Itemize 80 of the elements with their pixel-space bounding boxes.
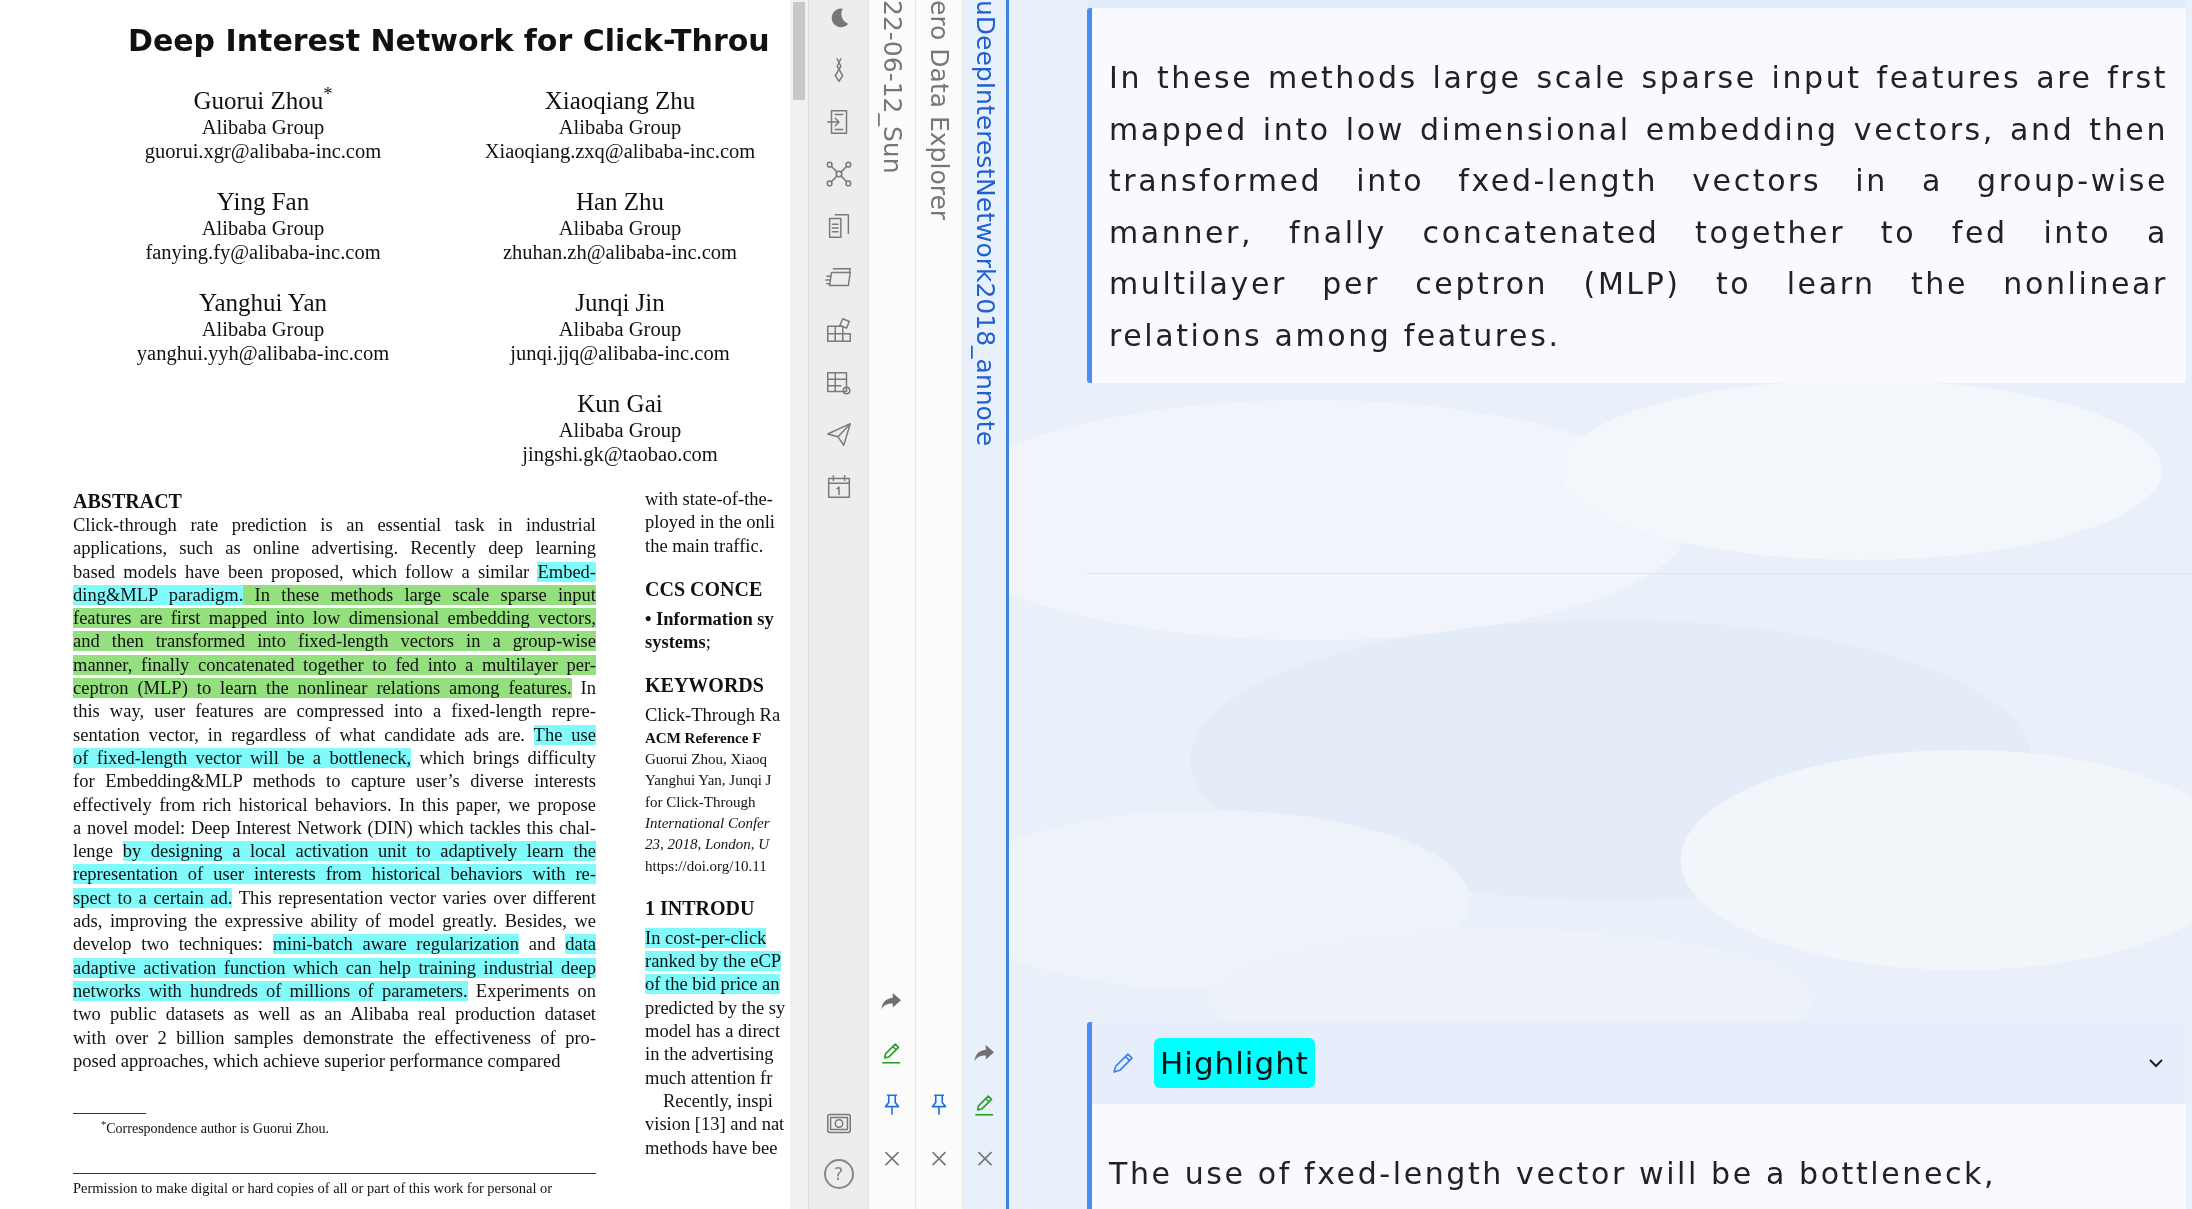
- text-line: in the advertising: [645, 1043, 775, 1067]
- panel-title: uDeepInterestNetwork2018_annote: [969, 0, 1001, 447]
- text-line: methods have bee: [645, 1136, 779, 1160]
- panel-title: 22-06-12_Sun: [877, 0, 908, 174]
- section-heading: KEYWORDS: [645, 673, 765, 699]
- text-line: applications, such as online advertising. Recently deep learning: [73, 537, 596, 561]
- text-line: ding&MLP paradigm. In these methods large scale sparse input: [73, 583, 596, 607]
- text-line: Click-Through Ra: [645, 704, 782, 728]
- author-affiliation: Alibaba Group: [201, 216, 325, 240]
- author-email: zhuhan.zh@alibaba-inc.com: [503, 240, 737, 264]
- paper-title: Deep Interest Network for Click-Throu: [127, 22, 771, 60]
- text-line: Yanghui Yan, Junqi J: [645, 771, 773, 791]
- text-line: a novel model: Deep Interest Network (DIN) which tackles this chal-: [73, 816, 596, 840]
- author-name: Han Zhu: [575, 188, 665, 216]
- author-affiliation: Alibaba Group: [558, 115, 682, 139]
- panel-tab[interactable]: uDeepInterestNetwork2018_annote: [962, 0, 1009, 1209]
- scrollbar-thumb[interactable]: [793, 2, 805, 100]
- author-name: Junqi Jin: [575, 289, 665, 317]
- text-line: • Information sy: [645, 607, 775, 631]
- text-line: 23, 2018, London, U: [645, 835, 771, 855]
- author-name: Xiaoqiang Zhu: [544, 87, 696, 115]
- permission-notice: Permission to make digital or hard copies of all or part of this work for personal or: [73, 1179, 554, 1199]
- text-line: vision [13] and nat: [645, 1113, 786, 1137]
- author-affiliation: Alibaba Group: [558, 418, 682, 442]
- text-line: for Click-Through: [645, 792, 757, 812]
- help-button[interactable]: ?: [823, 1159, 854, 1189]
- text-line: two public datasets as well as an Alibaba real production dataset: [73, 1003, 596, 1027]
- text-line: of fixed-length vector will be a bottleneck, which brings difficulty: [73, 746, 596, 770]
- text-line: ceptron (MLP) to learn the nonlinear relations among features. In: [73, 677, 596, 701]
- section-heading: 1 INTRODU: [645, 895, 756, 921]
- author-email: junqi.jjq@alibaba-inc.com: [510, 341, 730, 365]
- panel-title: ero Data Explorer: [924, 0, 955, 221]
- text-line: Click-through rate prediction is an essential task in industrial: [73, 514, 596, 537]
- annotation-text: In these methods large scale sparse input features are frst mapped into low dimensional embedding vectors, and then transformed into fxed-length vectors in a group-wise manner, fnally concatenated together to fed into a multilayer per ceptron (MLP) to learn the nonlinear relations among features.: [1108, 59, 2169, 355]
- text-line: ads, improving the expressive ability of model greatly. Besides, we: [73, 910, 596, 934]
- panel-tab[interactable]: ero Data Explorer: [915, 0, 962, 1209]
- text-line: https://doi.org/10.11: [645, 856, 768, 876]
- author-email: yanghui.yyh@alibaba-inc.com: [136, 341, 390, 365]
- text-line: systems;: [645, 631, 712, 655]
- text-line: Guorui Zhou, Xiaoq: [645, 750, 769, 770]
- text-line: for Embedding&MLP methods to capture user’s diverse interests: [73, 770, 596, 794]
- highlight-tag: Highlight: [1154, 1037, 1315, 1089]
- text-line: model has a direct: [645, 1020, 782, 1044]
- text-line: much attention fr: [645, 1066, 774, 1090]
- text-line: posed approaches, which achieve superior performance compared: [73, 1049, 562, 1073]
- author-name: Yanghui Yan: [198, 289, 328, 317]
- text-line: with state-of-the-: [645, 488, 774, 511]
- section-heading: ABSTRACT: [73, 489, 183, 514]
- footnote: $^{*}$Correspondence author is Guorui Zhou.: [100, 1118, 331, 1139]
- text-line: effectively from rich historical behaviors. In this paper, we propose: [73, 793, 596, 817]
- text-line: ACM Reference F: [645, 728, 763, 748]
- panel-tab[interactable]: 22-06-12_Sun: [868, 0, 915, 1209]
- author-name: Guorui Zhou$^{*}$: [193, 87, 333, 115]
- author-affiliation: Alibaba Group: [201, 115, 325, 139]
- text-line: this way, user features are compressed into a fixed-length repre-: [73, 700, 596, 724]
- author-affiliation: Alibaba Group: [201, 317, 325, 341]
- author-email: Xiaoqiang.zxq@alibaba-inc.com: [484, 139, 756, 163]
- scrollbar[interactable]: [790, 0, 808, 1209]
- section-heading: CCS CONCE: [645, 576, 764, 602]
- text-line: predicted by the sy: [645, 996, 787, 1020]
- text-line: spect to a certain ad. This representation vector varies over different: [73, 886, 596, 910]
- pencil-icon[interactable]: [1110, 1050, 1136, 1076]
- author-email: guorui.xgr@alibaba-inc.com: [144, 139, 382, 163]
- text-line: sentation vector, in regardless of what candidate ads are. The use: [73, 723, 596, 747]
- text-line: based models have been proposed, which follow a similar Embed-: [73, 560, 596, 584]
- text-line: with over 2 billion samples demonstrate the effectiveness of pro-: [73, 1026, 596, 1050]
- annotation-text: The use of fxed-length vector will be a bottleneck,: [1108, 1155, 1998, 1193]
- author-email: jingshi.gk@taobao.com: [522, 442, 718, 466]
- author-name: Ying Fan: [216, 188, 310, 216]
- text-line: develop two techniques: mini-batch aware regularization and data: [73, 933, 596, 957]
- text-line: ployed in the onli: [645, 511, 776, 535]
- author-affiliation: Alibaba Group: [558, 216, 682, 240]
- author-name: Kun Gai: [577, 390, 663, 418]
- text-line: Recently, inspi: [662, 1089, 774, 1113]
- text-line: networks with hundreds of millions of parameters. Experiments on: [73, 979, 596, 1003]
- text-line: lenge by designing a local activation unit to adaptively learn the: [73, 840, 596, 864]
- author-affiliation: Alibaba Group: [558, 317, 682, 341]
- text-line: International Confer: [645, 813, 771, 833]
- author-email: fanying.fy@alibaba-inc.com: [145, 240, 381, 264]
- text-line: the main traffic.: [645, 534, 765, 558]
